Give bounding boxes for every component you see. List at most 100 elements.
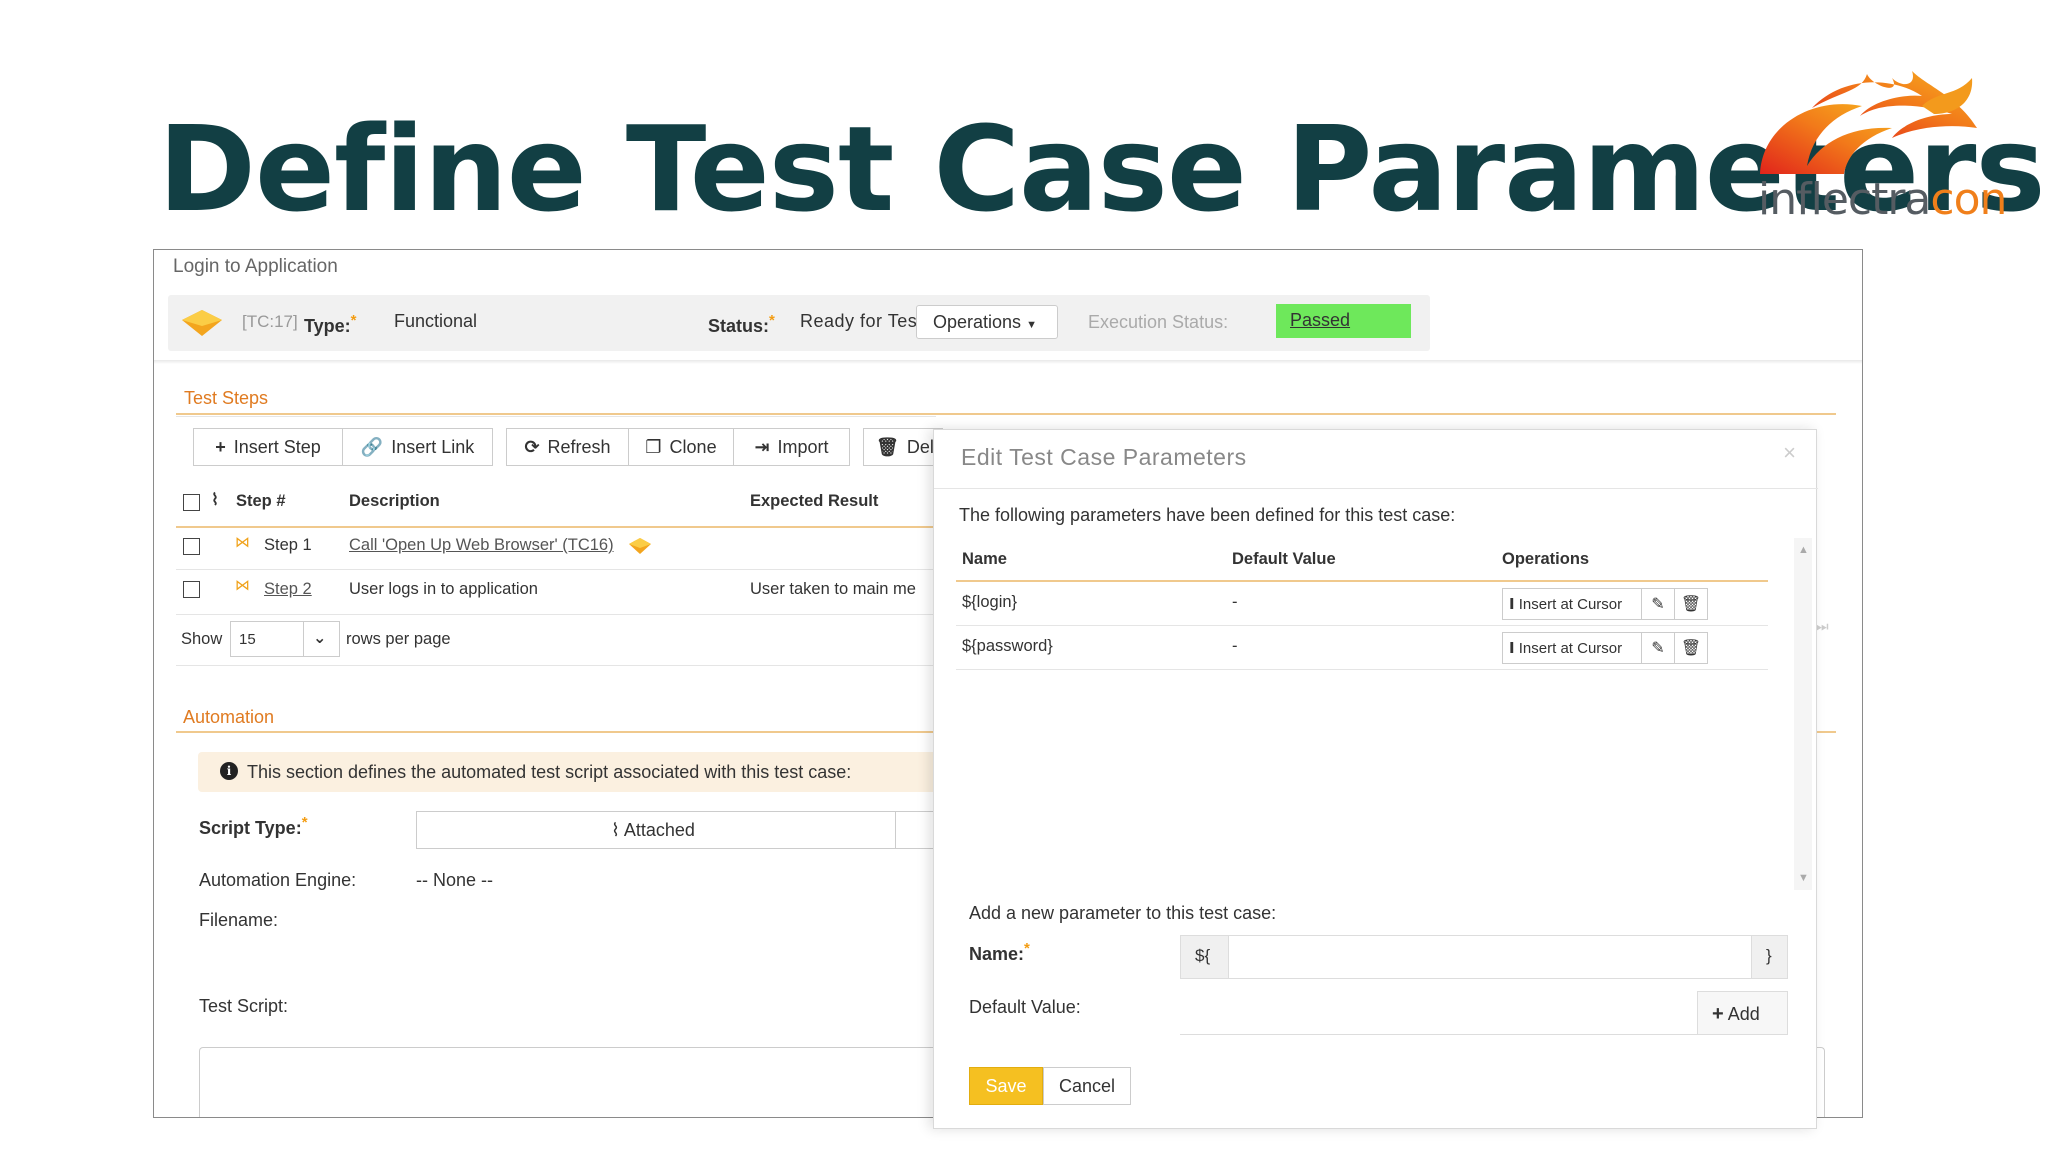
status-value[interactable]: Ready for Test — [800, 311, 923, 332]
step-expected-result: User taken to main me — [750, 580, 916, 598]
automation-engine-value[interactable]: -- None -- — [416, 870, 493, 891]
execution-status-label: Execution Status: — [1088, 312, 1229, 332]
table-header-divider — [956, 580, 1768, 582]
automation-engine-label: Automation Engine: — [199, 870, 357, 890]
paperclip-icon: ⌇ — [611, 820, 620, 840]
attached-label: Attached — [623, 820, 695, 840]
automation-section-title[interactable]: Automation — [183, 707, 274, 728]
row-divider — [176, 569, 936, 570]
refresh-button[interactable]: ⟳ Refresh — [506, 428, 629, 466]
select-all-checkbox[interactable] — [183, 494, 200, 511]
column-header-description[interactable]: Description — [349, 492, 440, 511]
select-divider — [303, 622, 304, 656]
toolbar-top-border — [176, 416, 936, 417]
delete-button[interactable]: 🗑 Del — [863, 428, 943, 466]
insert-step-label: Insert Step — [233, 437, 321, 457]
status-label-text: Status: — [708, 316, 770, 336]
parameters-table: Name Default Value Operations ${login} -… — [956, 538, 1812, 890]
add-label: Add — [1727, 1004, 1760, 1024]
step-icon: ⋈ — [235, 534, 250, 551]
column-header-operations: Operations — [1502, 550, 1590, 568]
filename-label: Filename: — [199, 910, 279, 930]
trash-icon: 🗑 — [876, 437, 899, 457]
breadcrumb[interactable]: Login to Application — [173, 256, 338, 278]
column-header-step[interactable]: Step # — [236, 492, 286, 511]
required-mark: * — [769, 312, 775, 329]
name-label: Name:* — [969, 940, 1030, 965]
table-header-divider — [176, 526, 936, 528]
parameter-name-input[interactable] — [1230, 936, 1750, 978]
section-divider — [176, 413, 1836, 415]
insert-link-button[interactable]: 🔗 Insert Link — [342, 428, 493, 466]
required-mark: * — [1024, 940, 1030, 957]
logo-wordmark: inflectracon — [1758, 174, 2007, 225]
text-cursor-icon: Ⅰ — [1509, 640, 1515, 657]
notice-text: This section defines the automated test … — [247, 762, 852, 782]
text-cursor-icon: Ⅰ — [1509, 596, 1515, 613]
execution-status-badge[interactable]: Passed — [1276, 304, 1411, 338]
test-steps-section-title[interactable]: Test Steps — [184, 388, 268, 409]
pagination-divider — [176, 665, 936, 666]
scroll-down-icon[interactable]: ▼ — [1798, 872, 1809, 884]
trash-icon[interactable]: 🗑 — [1674, 632, 1708, 664]
insert-at-cursor-button[interactable]: Ⅰ Insert at Cursor — [1502, 588, 1642, 620]
add-parameter-button[interactable]: + Add — [1697, 991, 1788, 1035]
row-divider — [956, 625, 1768, 626]
page-size-select[interactable]: 15 ⌄ — [230, 621, 340, 657]
inflectracon-logo: inflectracon — [1752, 66, 2007, 226]
operations-dropdown[interactable]: Operations ▼ — [916, 305, 1058, 339]
last-page-icon[interactable]: ⏭ — [1816, 618, 1829, 635]
scroll-up-icon[interactable]: ▲ — [1798, 544, 1809, 556]
close-icon[interactable]: × — [1783, 440, 1796, 466]
step-description: User logs in to application — [349, 580, 538, 598]
parameter-name-input-group: ${ } — [1180, 935, 1788, 979]
edit-icon[interactable]: ✎ — [1641, 588, 1675, 620]
script-type-label: Script Type:* — [199, 814, 308, 839]
edit-icon[interactable]: ✎ — [1641, 632, 1675, 664]
insert-at-cursor-label: Insert at Cursor — [1518, 640, 1623, 657]
step-number-link[interactable]: Step 2 — [264, 580, 312, 599]
parameter-name: ${password} — [962, 637, 1053, 655]
test-case-id: [TC:17] — [242, 312, 298, 331]
step-number: Step 1 — [264, 536, 312, 554]
script-type-attached-option[interactable]: ⌇ Attached — [416, 811, 936, 849]
type-value[interactable]: Functional — [394, 311, 477, 332]
header-divider — [154, 360, 1862, 364]
delete-label: Del — [906, 437, 934, 457]
default-value-label: Default Value: — [969, 997, 1081, 1017]
import-button[interactable]: ⇥ Import — [733, 428, 850, 466]
row-checkbox[interactable] — [183, 538, 200, 555]
step-icon: ⋈ — [235, 577, 250, 594]
parameter-name: ${login} — [962, 593, 1018, 611]
parameter-default-value: - — [1232, 637, 1238, 655]
logo-text-inflectra: inflectra — [1758, 174, 1931, 225]
show-label: Show — [181, 630, 223, 648]
info-icon: i — [220, 762, 238, 780]
chevron-down-icon: ⌄ — [313, 630, 327, 647]
refresh-icon: ⟳ — [524, 437, 540, 457]
type-label-text: Type: — [304, 316, 351, 336]
plus-icon: + — [215, 437, 226, 457]
parameters-scrollbar[interactable]: ▲ ▼ — [1794, 538, 1812, 890]
clone-icon: ❐ — [645, 437, 662, 457]
column-header-expected-result[interactable]: Expected Result — [750, 492, 878, 511]
logo-text-con: con — [1930, 174, 2007, 225]
clone-button[interactable]: ❐ Clone — [628, 428, 734, 466]
row-checkbox[interactable] — [183, 581, 200, 598]
link-icon: 🔗 — [360, 437, 384, 457]
required-mark: * — [301, 814, 308, 831]
column-header-name[interactable]: Name — [962, 550, 1007, 569]
add-parameter-label: Add a new parameter to this test case: — [969, 903, 1277, 923]
name-suffix: } — [1751, 936, 1787, 978]
insert-at-cursor-label: Insert at Cursor — [1518, 596, 1623, 613]
step-description-link[interactable]: Call 'Open Up Web Browser' (TC16) — [349, 536, 614, 555]
column-header-default-value[interactable]: Default Value — [1232, 550, 1336, 569]
clone-label: Clone — [669, 437, 717, 457]
trash-icon[interactable]: 🗑 — [1674, 588, 1708, 620]
insert-at-cursor-button[interactable]: Ⅰ Insert at Cursor — [1502, 632, 1642, 664]
default-value-input[interactable] — [1180, 991, 1700, 1035]
cancel-button[interactable]: Cancel — [1043, 1067, 1131, 1105]
save-button[interactable]: Save — [969, 1067, 1043, 1105]
insert-step-button[interactable]: + Insert Step — [193, 428, 343, 466]
script-type-label-text: Script Type: — [199, 818, 302, 838]
